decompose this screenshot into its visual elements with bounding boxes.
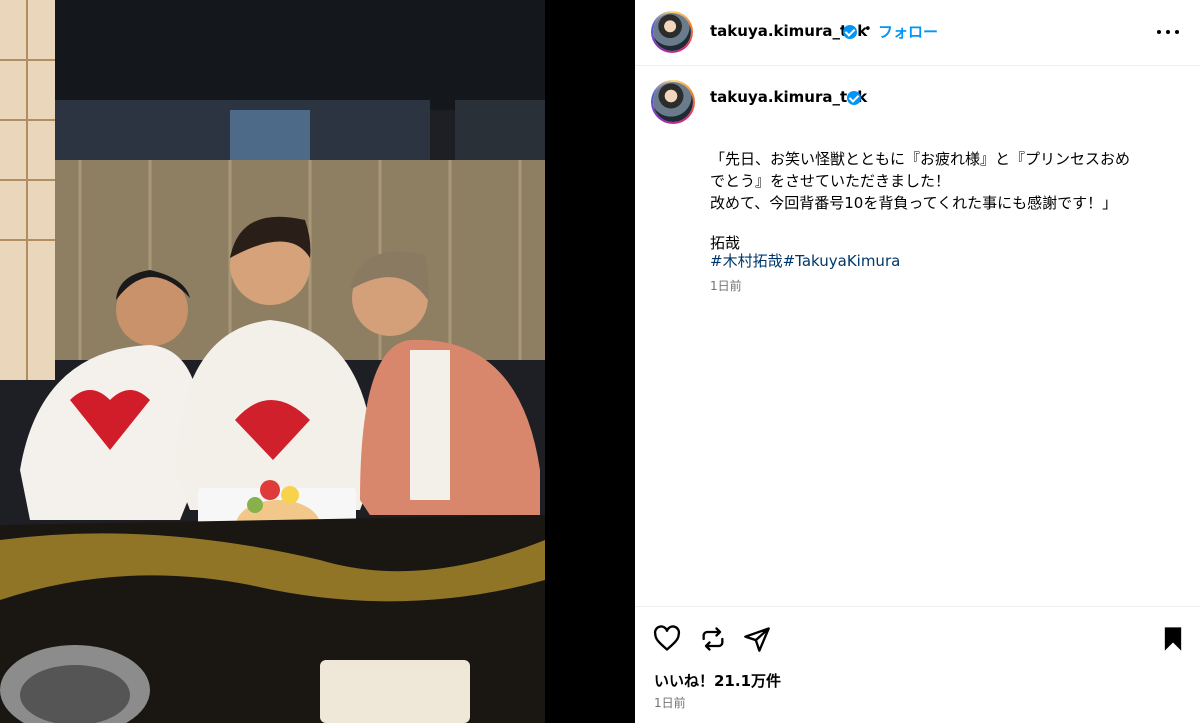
hashtag-link[interactable]: #TakuyaKimura [783, 252, 901, 270]
heart-icon[interactable] [653, 625, 681, 653]
share-icon[interactable] [743, 625, 771, 653]
caption-text: 「先日、お笑い怪獣とともに『お疲れ様』と『プリンセスおめ でとう』をさせていただ… [710, 150, 1131, 212]
bookmark-icon[interactable] [1159, 625, 1187, 653]
post-actions: いいね！21.1万件 1日前 [635, 606, 1200, 723]
avatar-image [653, 82, 693, 122]
hashtag-list: #木村拓哉#TakuyaKimura [710, 250, 900, 271]
verified-badge-icon [847, 91, 861, 105]
photo-panel [0, 0, 635, 723]
avatar[interactable] [651, 11, 693, 53]
more-options-icon[interactable] [1155, 22, 1185, 42]
caption-timestamp: 1日前 [710, 279, 742, 293]
caption-avatar[interactable] [651, 80, 695, 124]
post-sidebar: takuya.kimura_tak • フォロー takuya.kimura_t… [635, 0, 1200, 723]
post-photo[interactable] [0, 0, 545, 723]
caption-username[interactable]: takuya.kimura_tak [710, 88, 867, 106]
post-timestamp: 1日前 [654, 696, 686, 710]
follow-button[interactable]: フォロー [878, 21, 938, 42]
repost-icon[interactable] [699, 625, 727, 653]
verified-badge-icon [843, 25, 857, 39]
post-photo-illustration [0, 0, 545, 723]
avatar-image [653, 13, 691, 51]
hashtag-link[interactable]: #木村拓哉 [710, 252, 783, 270]
separator-dot: • [864, 22, 872, 37]
post-header: takuya.kimura_tak • フォロー [635, 0, 1200, 66]
likes-count[interactable]: いいね！21.1万件 [654, 670, 781, 691]
